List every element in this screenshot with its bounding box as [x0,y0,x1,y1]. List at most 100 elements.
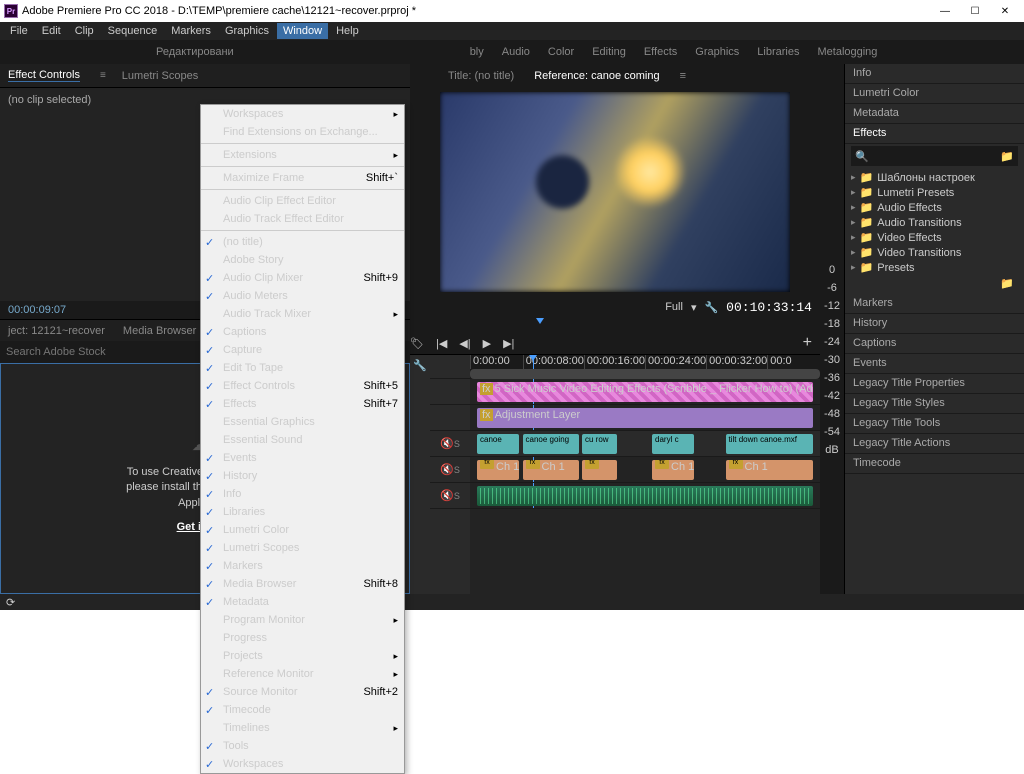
menu-help[interactable]: Help [330,23,365,39]
panel-history[interactable]: History [845,314,1024,334]
panel-menu-icon[interactable]: ≡ [680,70,686,82]
mark-in-icon[interactable]: 🏷 [410,337,424,350]
track-a1[interactable]: 🔇 S [430,457,470,483]
program-viewer[interactable] [440,92,790,292]
tab-reference[interactable]: Reference: canoe coming [534,70,659,82]
panel-lumetri-color[interactable]: Lumetri Color [845,84,1024,104]
panel-info[interactable]: Info [845,64,1024,84]
resolution-dropdown[interactable]: Full [665,301,683,313]
menu-item[interactable]: ✓Media BrowserShift+8 [201,575,404,593]
panel-events[interactable]: Events [845,354,1024,374]
new-bin-icon[interactable]: 📁 [1000,150,1014,163]
menu-item[interactable]: ✓Audio Meters [201,287,404,305]
wrench-icon[interactable]: 🔧 [413,359,427,372]
clip-a1-2[interactable]: fxCh 1 [523,460,579,480]
clip-v1-1[interactable]: canoe [477,434,519,454]
menu-item[interactable]: ✓Workspaces [201,755,404,773]
menu-item[interactable]: Progress [201,629,404,647]
panel-timecode[interactable]: Timecode [845,454,1024,474]
menu-item[interactable]: ✓Metadata [201,593,404,611]
menu-item[interactable]: ✓Events [201,449,404,467]
panel-legacy-title-tools[interactable]: Legacy Title Tools [845,414,1024,434]
clip-v3[interactable]: fx5 Sick Music Video Editing Effects (Sc… [477,382,813,402]
track-a1-lane[interactable]: fxCh 1 fxCh 1 fx fxCh 1 fxCh 1 [470,457,820,483]
menu-item[interactable]: Maximize FrameShift+` [201,169,404,187]
panel-legacy-title-properties[interactable]: Legacy Title Properties [845,374,1024,394]
track-v2[interactable] [430,405,470,431]
panel-markers[interactable]: Markers [845,294,1024,314]
menu-item[interactable]: ✓Markers [201,557,404,575]
menu-sequence[interactable]: Sequence [102,23,164,39]
ws-effects[interactable]: Effects [644,46,677,58]
track-a2-lane[interactable] [470,483,820,509]
ws-metalogging[interactable]: Metalogging [817,46,877,58]
menu-file[interactable]: File [4,23,34,39]
wrench-icon[interactable]: 🔧 [704,301,718,314]
menu-item[interactable]: Adobe Story [201,251,404,269]
clip-a1-3[interactable]: fx [582,460,617,480]
track-a2[interactable]: 🔇 S [430,483,470,509]
menu-edit[interactable]: Edit [36,23,67,39]
ws-editing-ru[interactable]: Редактировани [156,46,234,58]
panel-metadata[interactable]: Metadata [845,104,1024,124]
ws-audio[interactable]: Audio [502,46,530,58]
panel-legacy-title-styles[interactable]: Legacy Title Styles [845,394,1024,414]
menu-item[interactable]: ✓EffectsShift+7 [201,395,404,413]
tree-item[interactable]: ▸📁Шаблоны настроек [851,170,1018,185]
clip-v1-3[interactable]: cu row [582,434,617,454]
track-v3[interactable] [430,379,470,405]
menu-graphics[interactable]: Graphics [219,23,275,39]
menu-item[interactable]: ✓Libraries [201,503,404,521]
clip-v1-2[interactable]: canoe going [523,434,579,454]
go-in-icon[interactable]: |◀ [436,337,447,350]
tab-title[interactable]: Title: (no title) [448,70,514,82]
ws-color[interactable]: Color [548,46,574,58]
minimize-button[interactable]: — [930,0,960,22]
clip-adjustment[interactable]: fxAdjustment Layer [477,408,813,428]
menu-item[interactable]: Workspaces▸ [201,105,404,123]
menu-item[interactable]: Timelines▸ [201,719,404,737]
folder-icon[interactable]: 📁 [1000,278,1014,290]
dropdown-icon[interactable]: ▾ [691,301,697,314]
track-v1-lane[interactable]: canoe canoe going cu row daryl c tilt do… [470,431,820,457]
panel-captions[interactable]: Captions [845,334,1024,354]
menu-window[interactable]: Window [277,23,328,39]
ws-libraries[interactable]: Libraries [757,46,799,58]
clip-a1-5[interactable]: fxCh 1 [726,460,814,480]
effects-search[interactable]: 🔍📁 [851,146,1018,166]
tab-lumetri-scopes[interactable]: Lumetri Scopes [122,70,198,82]
menu-item[interactable]: Projects▸ [201,647,404,665]
track-v1[interactable]: 🔇 S [430,431,470,457]
menu-item[interactable]: ✓Tools [201,737,404,755]
menu-item[interactable]: Essential Graphics [201,413,404,431]
menu-item[interactable]: ✓Captions [201,323,404,341]
menu-markers[interactable]: Markers [165,23,217,39]
menu-item[interactable]: Program Monitor▸ [201,611,404,629]
tree-item[interactable]: ▸📁Audio Transitions [851,215,1018,230]
menu-item[interactable]: ✓Lumetri Color [201,521,404,539]
menu-item[interactable]: ✓Edit To Tape [201,359,404,377]
ws-graphics[interactable]: Graphics [695,46,739,58]
tree-item[interactable]: ▸📁Video Effects [851,230,1018,245]
clip-v1-4[interactable]: daryl c [652,434,694,454]
menu-item[interactable]: Essential Sound [201,431,404,449]
clip-a1-4[interactable]: fxCh 1 [652,460,694,480]
panel-legacy-title-actions[interactable]: Legacy Title Actions [845,434,1024,454]
menu-item[interactable]: Audio Track Mixer▸ [201,305,404,323]
tab-effect-controls[interactable]: Effect Controls [8,69,80,82]
mute-icon[interactable]: 🔇 [440,463,454,476]
tree-item[interactable]: ▸📁Audio Effects [851,200,1018,215]
panel-effects[interactable]: Effects [845,124,1024,144]
mute-icon[interactable]: 🔇 [440,489,454,502]
tree-item[interactable]: ▸📁Presets [851,260,1018,275]
menu-item[interactable]: ✓Audio Clip MixerShift+9 [201,269,404,287]
tree-item[interactable]: ▸📁Lumetri Presets [851,185,1018,200]
panel-menu-icon[interactable]: ≡ [100,70,106,81]
add-button-icon[interactable]: + [803,334,812,352]
menu-item[interactable]: ✓(no title) [201,233,404,251]
clip-v1-5[interactable]: tilt down canoe.mxf [726,434,814,454]
menu-item[interactable]: Reference Monitor▸ [201,665,404,683]
ws-editing[interactable]: Editing [592,46,626,58]
go-out-icon[interactable]: ▶| [503,337,514,350]
program-ruler[interactable] [418,318,812,332]
